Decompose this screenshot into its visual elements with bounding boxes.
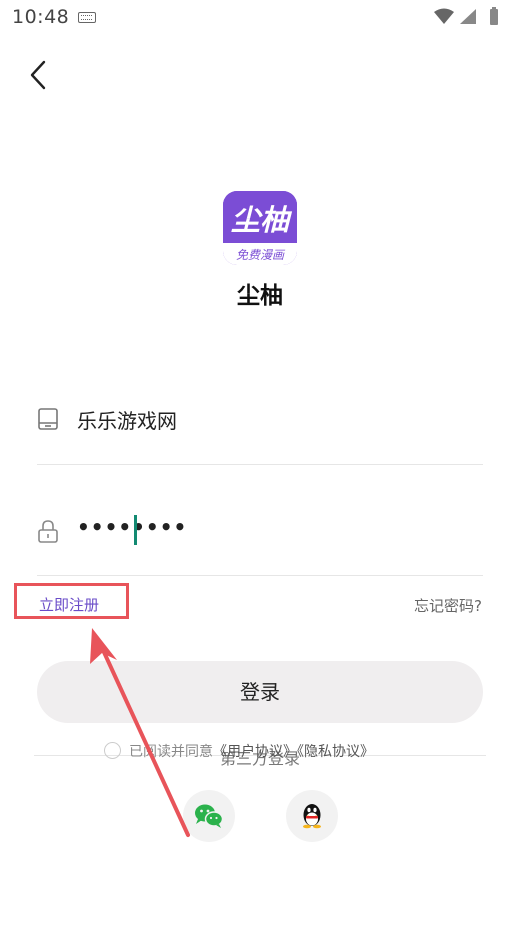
status-time: 10:48 bbox=[12, 6, 70, 28]
password-input[interactable]: •••••••• bbox=[77, 515, 187, 539]
phone-icon bbox=[37, 407, 59, 431]
password-field[interactable]: •••••••• bbox=[37, 505, 483, 576]
chevron-left-icon bbox=[30, 60, 46, 90]
login-button[interactable]: 登录 bbox=[37, 661, 483, 723]
account-input[interactable]: 乐乐游戏网 bbox=[77, 405, 177, 434]
agreement-text: 已阅读并同意《用户协议》《隐私协议》 bbox=[129, 741, 374, 761]
forgot-password-link[interactable]: 忘记密码? bbox=[414, 595, 482, 616]
qq-login-button[interactable] bbox=[286, 790, 338, 842]
logo-main-text: 尘柚 bbox=[230, 203, 289, 237]
app-logo: 尘柚 免费漫画 bbox=[223, 191, 297, 265]
privacy-policy-link[interactable]: 《隐私协议》 bbox=[297, 744, 374, 760]
battery-icon bbox=[490, 7, 498, 25]
text-caret bbox=[134, 515, 137, 545]
agreement-prefix: 已阅读并同意 bbox=[129, 744, 213, 760]
keyboard-icon bbox=[78, 12, 96, 23]
register-link[interactable]: 立即注册 bbox=[14, 583, 129, 619]
signal-icon bbox=[460, 9, 476, 24]
agreement-row: 已阅读并同意《用户协议》《隐私协议》 bbox=[104, 740, 434, 762]
qq-icon bbox=[303, 804, 321, 829]
wifi-icon bbox=[434, 8, 454, 24]
app-name: 尘柚 bbox=[237, 283, 283, 309]
status-icons bbox=[432, 7, 512, 27]
logo-sub-text: 免费漫画 bbox=[235, 248, 284, 262]
lock-icon bbox=[37, 519, 59, 543]
status-bar: 10:48 bbox=[0, 0, 520, 34]
wechat-icon bbox=[195, 804, 224, 828]
user-agreement-link[interactable]: 《用户协议》 bbox=[213, 744, 297, 760]
account-field[interactable]: 乐乐游戏网 bbox=[37, 395, 483, 465]
wechat-login-button[interactable] bbox=[183, 790, 235, 842]
agreement-checkbox[interactable] bbox=[104, 742, 121, 759]
back-button[interactable] bbox=[22, 58, 56, 92]
